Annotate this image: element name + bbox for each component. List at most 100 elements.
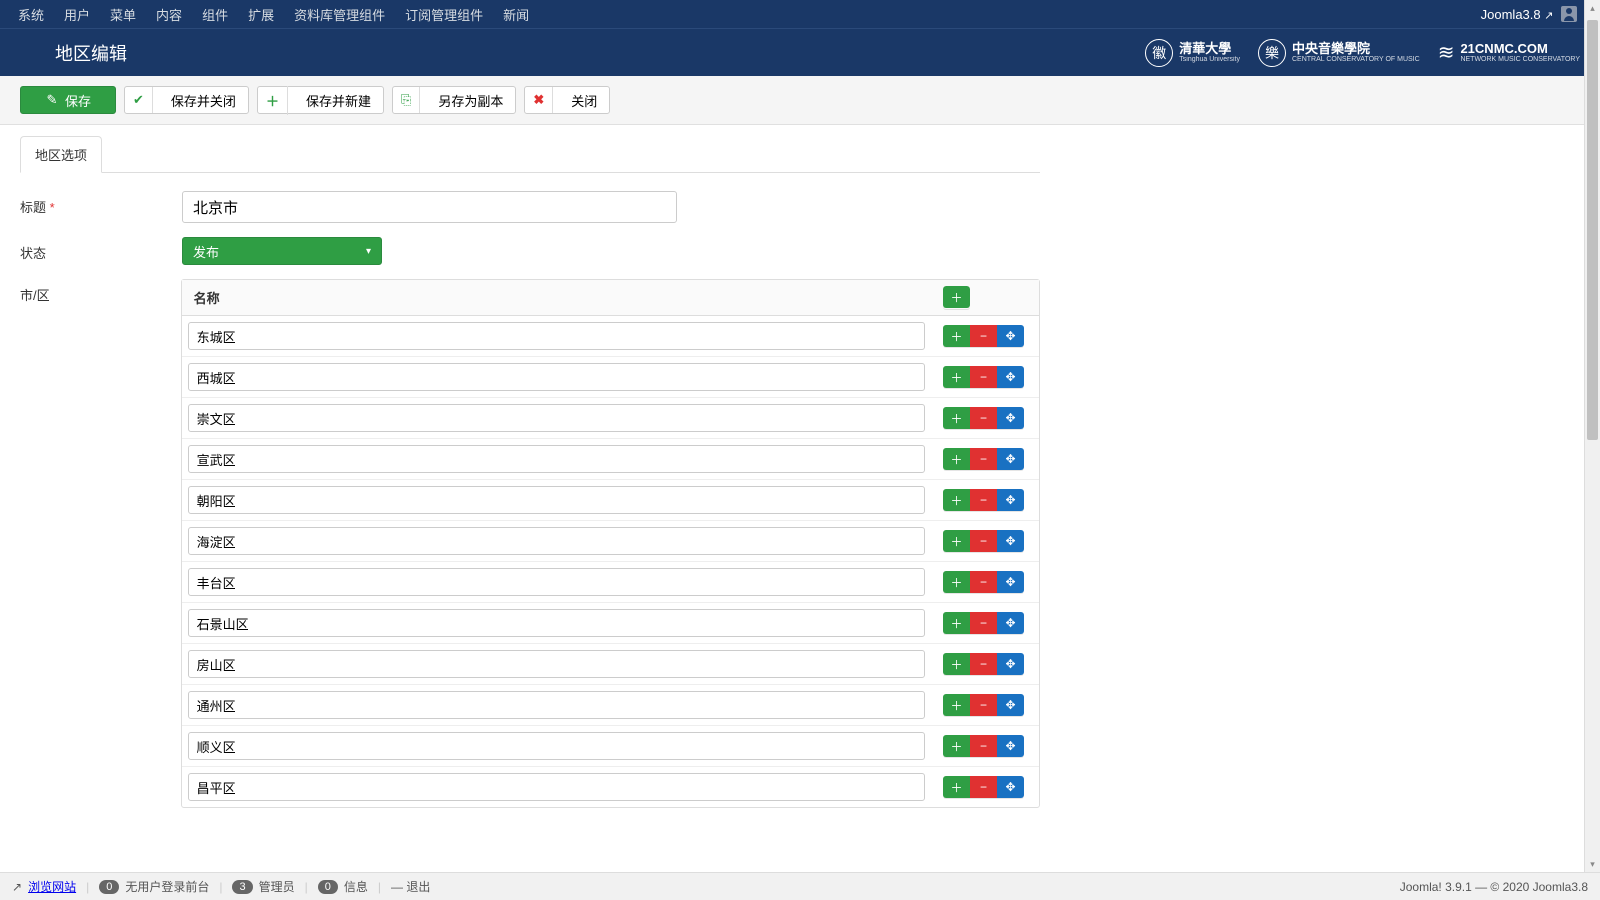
row-add-button[interactable]: ＋ (943, 448, 970, 470)
row-delete-button[interactable]: − (970, 653, 997, 675)
add-row-button[interactable]: ＋ (943, 286, 970, 308)
district-input[interactable] (188, 650, 925, 678)
vertical-scrollbar[interactable]: ▴ ▾ (1584, 0, 1600, 872)
row-actions-cell: ＋−✥ (931, 606, 1039, 640)
row-add-button[interactable]: ＋ (943, 735, 970, 757)
title-label-text: 标题 (20, 200, 46, 215)
row-add-button[interactable]: ＋ (943, 366, 970, 388)
row-move-button[interactable]: ✥ (997, 571, 1024, 593)
row-delete-button[interactable]: − (970, 571, 997, 593)
row-action-group: ＋−✥ (943, 571, 1024, 593)
scroll-down-icon[interactable]: ▾ (1585, 856, 1600, 872)
tab-options[interactable]: 地区选项 (20, 136, 102, 173)
row-actions-cell: ＋ −✥ (931, 483, 1039, 517)
frontend-users-label[interactable]: 无用户登录前台 (125, 878, 209, 895)
row-move-button[interactable]: ✥ (997, 407, 1024, 429)
district-input[interactable] (188, 609, 925, 637)
row-delete-button[interactable]: − (970, 325, 997, 347)
view-site-link[interactable]: 浏览网站 (28, 878, 76, 895)
move-icon: ✥ (1005, 657, 1015, 671)
row-delete-button[interactable]: − (970, 407, 997, 429)
row-action-group: ＋−✥ (943, 612, 1024, 634)
district-input[interactable] (188, 773, 925, 801)
row-action-group: ＋−✥ (943, 776, 1024, 798)
nav-menus[interactable]: 菜单 (102, 1, 144, 28)
logout-link[interactable]: — 退出 (391, 878, 430, 895)
row-delete-button[interactable]: − (970, 489, 997, 511)
row-move-button[interactable]: ✥ (997, 325, 1024, 347)
title-input[interactable] (182, 191, 677, 223)
row-move-button[interactable]: ✥ (997, 489, 1024, 511)
row-action-group: ＋−✥ (943, 448, 1024, 470)
status-select[interactable]: 发布 ▾ (182, 237, 382, 265)
district-input[interactable] (188, 486, 925, 514)
row-add-button[interactable]: ＋ (943, 407, 970, 429)
row-move-button[interactable]: ✥ (997, 776, 1024, 798)
row-delete-button[interactable]: − (970, 366, 997, 388)
nav-components[interactable]: 组件 (194, 1, 236, 28)
row-add-button[interactable]: ＋ (943, 530, 970, 552)
row-move-button[interactable]: ✥ (997, 448, 1024, 470)
row-move-button[interactable]: ✥ (997, 735, 1024, 757)
minus-circle-icon: − (980, 493, 987, 507)
district-input[interactable] (188, 322, 925, 350)
row-add-button[interactable]: ＋ (943, 571, 970, 593)
nav-news[interactable]: 新闻 (495, 1, 537, 28)
separator: | (219, 880, 222, 894)
save-copy-label: 另存为副本 (426, 86, 515, 115)
row-move-button[interactable]: ✥ (997, 530, 1024, 552)
row-add-button[interactable]: ＋ (943, 612, 970, 634)
row-move-button[interactable]: ✥ (997, 366, 1024, 388)
save-copy-button[interactable]: ⎘ 另存为副本 (392, 86, 516, 114)
district-input[interactable] (188, 732, 925, 760)
row-delete-button[interactable]: − (970, 612, 997, 634)
msg-label[interactable]: 信息 (344, 878, 368, 895)
row-move-button[interactable]: ✥ (997, 694, 1024, 716)
action-toolbar: ✎ 保存 ✔ 保存并关闭 ＋ 保存并新建 ⎘ 另存为副本 ✖ 关闭 (0, 76, 1600, 125)
row-delete-button[interactable]: − (970, 776, 997, 798)
move-icon: ✥ (1005, 739, 1015, 753)
logo-ccom: 樂 中央音樂學院 CENTRAL CONSERVATORY OF MUSIC (1258, 39, 1420, 67)
row-add-button[interactable]: ＋ (943, 489, 970, 511)
scroll-up-icon[interactable]: ▴ (1585, 0, 1600, 16)
brand-link[interactable]: Joomla3.8 ↗ (1481, 7, 1554, 22)
save-close-button[interactable]: ✔ 保存并关闭 (124, 86, 249, 114)
row-add-button[interactable]: ＋ (943, 694, 970, 716)
row-delete-button[interactable]: − (970, 735, 997, 757)
district-input[interactable] (188, 445, 925, 473)
top-nav-left: 系统 用户 菜单 内容 组件 扩展 资料库管理组件 订阅管理组件 新闻 (10, 1, 537, 28)
nav-users[interactable]: 用户 (56, 1, 98, 28)
nav-sub-mgmt[interactable]: 订阅管理组件 (397, 1, 491, 28)
district-input[interactable] (188, 568, 925, 596)
scroll-thumb[interactable] (1587, 20, 1598, 440)
district-input[interactable] (188, 527, 925, 555)
nav-system[interactable]: 系统 (10, 1, 52, 28)
row-move-button[interactable]: ✥ (997, 612, 1024, 634)
row-delete-button[interactable]: − (970, 448, 997, 470)
nav-db-mgmt[interactable]: 资料库管理组件 (286, 1, 393, 28)
save-new-button[interactable]: ＋ 保存并新建 (257, 86, 384, 114)
districts-label: 市/区 (20, 279, 181, 304)
close-button[interactable]: ✖ 关闭 (524, 86, 610, 114)
district-input[interactable] (188, 363, 925, 391)
plus-circle-icon: ＋ (950, 492, 962, 509)
admin-label[interactable]: 管理员 (259, 878, 295, 895)
table-row: ＋−✥ (182, 439, 1039, 480)
row-delete-button[interactable]: − (970, 530, 997, 552)
row-add-button[interactable]: ＋ (943, 776, 970, 798)
nav-extensions[interactable]: 扩展 (240, 1, 282, 28)
row-action-group: ＋−✥ (943, 530, 1024, 552)
district-input[interactable] (188, 691, 925, 719)
status-value: 发布 (193, 242, 219, 261)
row-name-cell (182, 398, 931, 438)
row-add-button[interactable]: ＋ (943, 653, 970, 675)
row-delete-button[interactable]: − (970, 694, 997, 716)
row-move-button[interactable]: ✥ (997, 653, 1024, 675)
district-input[interactable] (188, 404, 925, 432)
row-name-cell (182, 726, 931, 766)
row-add-button[interactable]: ＋ (943, 325, 970, 347)
save-button[interactable]: ✎ 保存 (20, 86, 116, 114)
row-action-group: ＋−✥ (943, 694, 1024, 716)
user-menu-icon[interactable] (1561, 6, 1577, 22)
nav-content[interactable]: 内容 (148, 1, 190, 28)
